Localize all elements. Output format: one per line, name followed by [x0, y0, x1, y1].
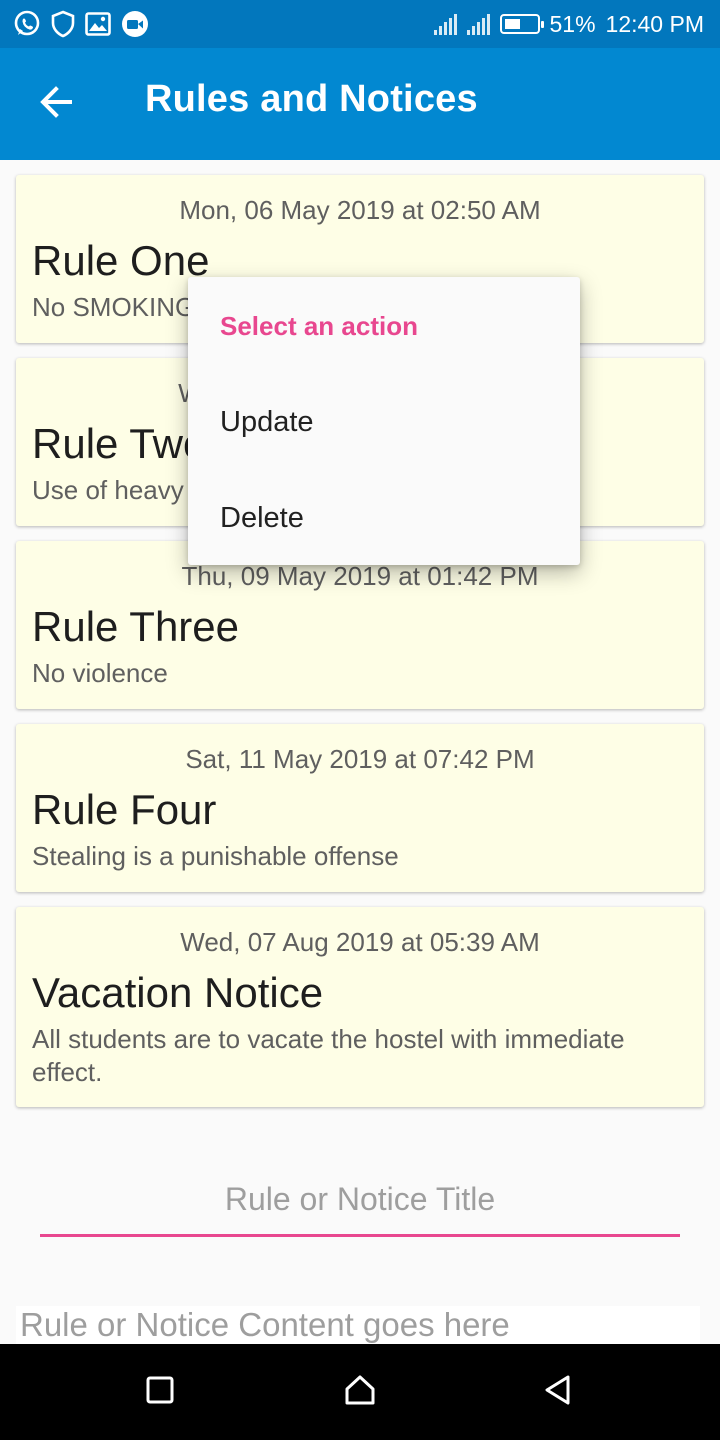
- arrow-left-icon: [38, 84, 74, 125]
- battery-icon: [499, 14, 544, 34]
- card-date: Sat, 11 May 2019 at 07:42 PM: [185, 744, 535, 774]
- notification-icons: [12, 8, 150, 40]
- back-triangle-icon: [543, 1374, 573, 1411]
- system-status: 51% 12:40 PM: [433, 0, 704, 48]
- signal-icon: [466, 13, 490, 35]
- card-date: Wed, 07 Aug 2019 at 05:39 AM: [180, 927, 540, 957]
- card-title: Rule One: [32, 237, 210, 284]
- battery-level-fill: [504, 19, 520, 29]
- image-icon: [84, 10, 112, 38]
- signal-icon: [433, 13, 457, 35]
- title-input-underline: [40, 1234, 680, 1237]
- whatsapp-icon: [12, 9, 42, 39]
- shield-icon: [50, 10, 76, 38]
- rule-card[interactable]: Thu, 09 May 2019 at 01:42 PM Rule Three …: [16, 541, 704, 709]
- back-button[interactable]: [24, 72, 88, 136]
- app-bar: Rules and Notices: [0, 48, 720, 160]
- battery-percent: 51%: [549, 10, 596, 37]
- card-title: Rule Two: [32, 420, 207, 467]
- content-input[interactable]: [16, 1306, 700, 1344]
- action-popup-menu: Select an action Update Delete: [188, 277, 580, 565]
- card-title: Rule Three: [32, 603, 240, 650]
- notice-card[interactable]: Wed, 07 Aug 2019 at 05:39 AM Vacation No…: [16, 907, 704, 1107]
- page-title: Rules and Notices: [145, 78, 478, 120]
- home-icon: [344, 1374, 376, 1411]
- card-content: All students are to vacate the hostel wi…: [32, 1024, 625, 1087]
- rule-card[interactable]: Sat, 11 May 2019 at 07:42 PM Rule Four S…: [16, 724, 704, 892]
- recents-button[interactable]: [130, 1362, 190, 1422]
- popup-title: Select an action: [220, 311, 418, 341]
- card-title: Rule Four: [32, 786, 217, 833]
- navigation-bar: [0, 1344, 720, 1440]
- back-nav-button[interactable]: [528, 1362, 588, 1422]
- recents-square-icon: [145, 1375, 175, 1410]
- card-title: Vacation Notice: [32, 969, 324, 1016]
- home-button[interactable]: [330, 1362, 390, 1422]
- title-input[interactable]: [40, 1168, 680, 1230]
- video-call-icon: [120, 9, 150, 39]
- card-date: Mon, 06 May 2019 at 02:50 AM: [179, 195, 541, 225]
- status-bar: 51% 12:40 PM: [0, 0, 720, 48]
- card-content: No violence: [32, 658, 168, 688]
- delete-menu-item[interactable]: Delete: [188, 470, 580, 566]
- clock: 12:40 PM: [605, 10, 704, 37]
- card-content: Stealing is a punishable offense: [32, 841, 399, 871]
- update-menu-item[interactable]: Update: [188, 374, 580, 470]
